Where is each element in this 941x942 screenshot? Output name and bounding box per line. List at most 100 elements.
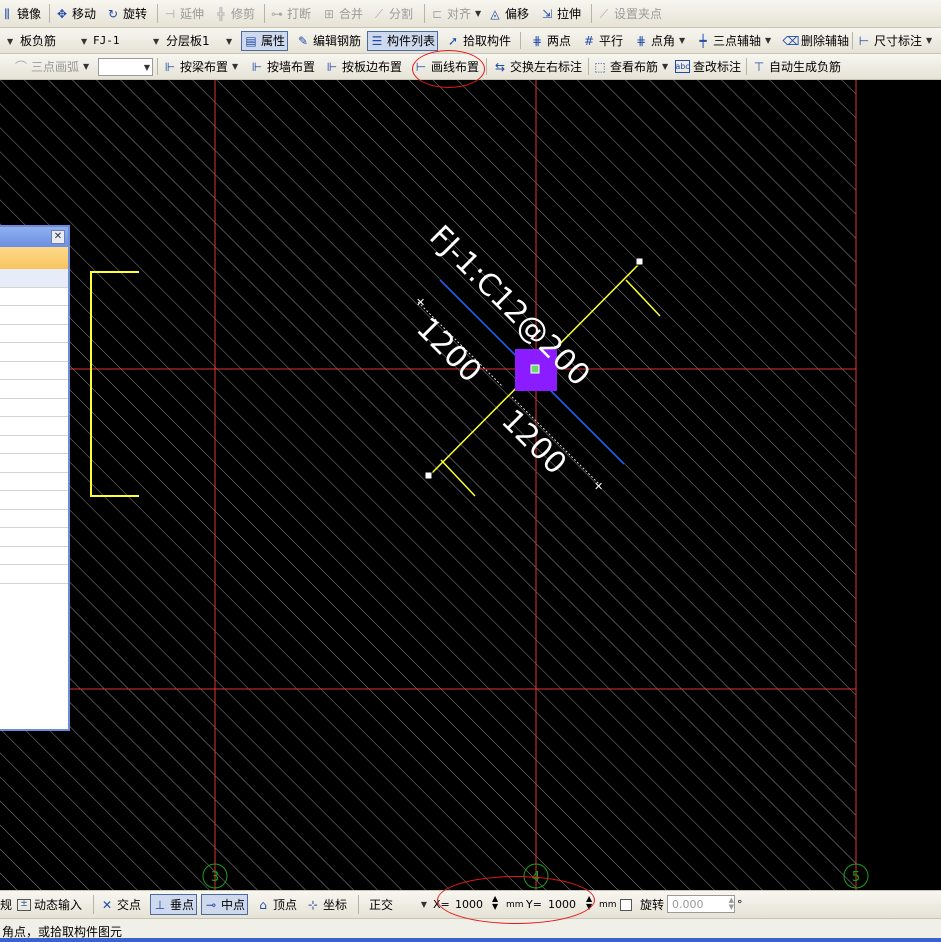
list-item[interactable]	[0, 565, 68, 584]
caret-icon: ▼	[226, 37, 233, 46]
align-button[interactable]: ⊏ 对齐 ▼	[430, 0, 481, 27]
separator	[852, 32, 853, 49]
properties-button[interactable]: ▤ 属性	[241, 31, 289, 51]
separator	[486, 58, 487, 75]
beam-icon: ⊩	[164, 59, 176, 74]
rotate-angle-input[interactable]: 0.000 ▲ ▼	[667, 895, 735, 913]
auto-rebar-icon: ⊤	[753, 59, 765, 74]
perpendicular-snap[interactable]: ⊥ 垂点	[150, 894, 198, 915]
break-button[interactable]: ⊶ 打断	[270, 0, 311, 27]
align-icon: ⊏	[431, 6, 443, 21]
two-point-button[interactable]: ⋕ 两点	[530, 28, 571, 53]
axis-label-4: 4	[532, 870, 540, 885]
ortho-mode-select[interactable]: 正交 ▼	[366, 895, 427, 913]
type-select[interactable]: 板负筋	[17, 31, 87, 49]
list-item[interactable]	[0, 343, 68, 362]
x-offset-input[interactable]: 1000	[446, 895, 492, 913]
edit-rebar-button[interactable]: ✎ 编辑钢筋	[296, 28, 361, 53]
pick-component-button[interactable]: ➚ 拾取构件	[446, 28, 511, 53]
rebar-grip-end[interactable]	[635, 257, 644, 266]
split-button[interactable]: ⟋ 分割	[372, 0, 413, 27]
list-item[interactable]	[0, 417, 68, 436]
offset-button[interactable]: ◬ 偏移	[488, 0, 529, 27]
three-point-aux-button[interactable]: ┿ 三点辅轴 ▼	[696, 28, 771, 53]
edit-label-button[interactable]: abc 查改标注	[675, 54, 741, 79]
dynamic-input-toggle[interactable]: ± 动态输入	[17, 891, 82, 918]
layer-select[interactable]: 分层板1	[163, 31, 235, 49]
separator	[520, 32, 521, 49]
view-layout-button[interactable]: ⬚ 查看布筋 ▼	[593, 54, 668, 79]
draw-line-layout-button[interactable]: ⊢ 画线布置	[414, 54, 479, 79]
midpoint-snap[interactable]: ⊸ 中点	[201, 894, 249, 915]
three-point-arc-button[interactable]: ⌒ 三点画弧 ▼	[14, 54, 89, 79]
component-list-panel: ✕	[0, 225, 70, 731]
break-icon: ⊶	[271, 6, 283, 21]
canvas-blank-area	[856, 80, 941, 890]
split-icon: ⟋	[374, 6, 384, 21]
list-item[interactable]	[0, 547, 68, 565]
set-grip-button[interactable]: ⟋ 设置夹点	[597, 0, 662, 27]
auto-generate-rebar-button[interactable]: ⊤ 自动生成负筋	[752, 54, 841, 79]
coordinate-snap[interactable]: ⊹ 坐标	[306, 891, 347, 918]
move-button[interactable]: ✥ 移动	[55, 0, 96, 27]
list-item[interactable]	[0, 454, 68, 473]
swap-icon: ⇆	[494, 59, 506, 74]
trim-button[interactable]: ╬ 修剪	[214, 0, 255, 27]
dimension-button[interactable]: ⊢ 尺寸标注 ▼	[857, 28, 932, 53]
list-item[interactable]	[0, 380, 68, 399]
list-item[interactable]	[0, 436, 68, 454]
arc-param-input[interactable]: ▼	[98, 58, 153, 76]
selected-point-center[interactable]	[530, 364, 540, 374]
list-item[interactable]	[0, 473, 68, 491]
pick-icon: ➚	[447, 33, 459, 48]
draw-line-icon: ⊢	[415, 59, 427, 74]
rotate-button[interactable]: ↻ 旋转	[106, 0, 147, 27]
vertex-snap[interactable]: ⌂ 顶点	[256, 891, 297, 918]
dim-tick-right: ✕	[594, 480, 603, 493]
swap-labels-button[interactable]: ⇆ 交换左右标注	[493, 54, 582, 79]
axis-label-5: 5	[852, 870, 860, 885]
list-item[interactable]	[0, 510, 68, 528]
merge-button[interactable]: ⊞ 合并	[322, 0, 363, 27]
rotate-checkbox[interactable]: 旋转	[620, 891, 664, 918]
panel-selected-row[interactable]	[0, 247, 68, 269]
y-spin-icon[interactable]: ▲ ▼	[586, 895, 592, 911]
point-angle-button[interactable]: ⋕ 点角 ▼	[634, 28, 685, 53]
extend-button[interactable]: ⊣ 延伸	[163, 0, 204, 27]
intersection-snap[interactable]: ✕ 交点	[100, 891, 141, 918]
list-item[interactable]	[0, 306, 68, 325]
drawing-canvas[interactable]: 3 4 5 ✕ ✕ FJ-1:C12@200 1200 1200	[0, 80, 941, 890]
taskbar-strip	[0, 938, 941, 942]
component-list-button[interactable]: ☰ 构件列表	[367, 31, 439, 51]
component-select[interactable]: FJ-1	[90, 31, 160, 49]
layout-by-beam-button[interactable]: ⊩ 按梁布置 ▼	[163, 54, 238, 79]
list-item[interactable]	[0, 399, 68, 417]
grip-icon: ⟋	[599, 6, 609, 21]
rebar-grip-start[interactable]	[424, 471, 433, 480]
degree-unit: °	[737, 898, 743, 911]
layout-by-slab-edge-button[interactable]: ⊩ 按板边布置	[325, 54, 402, 79]
mirror-button[interactable]: ⫼ 镜像	[0, 0, 41, 27]
parallel-button[interactable]: # 平行	[582, 28, 623, 53]
list-item[interactable]	[0, 362, 68, 380]
list-item[interactable]	[0, 288, 68, 306]
merge-icon: ⊞	[323, 6, 335, 21]
close-icon[interactable]: ✕	[51, 230, 65, 244]
axis-label-3: 3	[211, 870, 219, 885]
list-item[interactable]	[0, 528, 68, 547]
arc-icon: ⌒	[14, 59, 27, 74]
y-offset-input[interactable]: 1000	[539, 895, 585, 913]
separator	[49, 4, 50, 23]
list-item[interactable]	[0, 269, 68, 288]
panel-titlebar[interactable]: ✕	[0, 227, 68, 247]
stretch-button[interactable]: ⇲ 拉伸	[540, 0, 581, 27]
list-item[interactable]	[0, 325, 68, 343]
list-item[interactable]	[0, 491, 68, 510]
dynamic-input-icon: ±	[17, 898, 31, 911]
delete-aux-button[interactable]: ⌫ 删除辅轴	[783, 28, 850, 53]
layout-by-wall-button[interactable]: ⊩ 按墙布置	[250, 54, 315, 79]
separator	[591, 4, 592, 23]
view-toggle[interactable]: 规	[0, 891, 12, 918]
x-spin-icon[interactable]: ▲ ▼	[492, 895, 498, 911]
separator	[358, 895, 359, 914]
